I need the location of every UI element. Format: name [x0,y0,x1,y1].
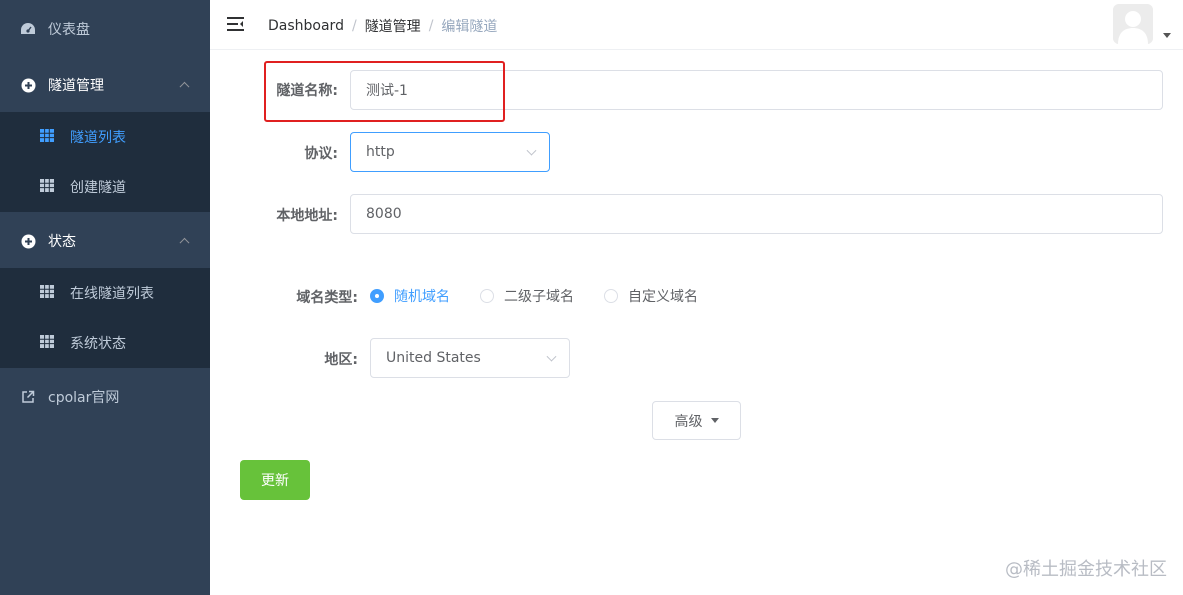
protocol-label: 协议: [304,146,338,162]
radio-custom-domain[interactable]: 自定义域名 [604,286,698,306]
update-button-label: 更新 [261,473,289,489]
sidebar-item-label: 创建隧道 [70,180,126,196]
sidebar-item-label: cpolar官网 [48,390,120,406]
grid-icon [40,334,54,352]
plus-circle-icon [20,233,36,249]
avatar[interactable] [1113,4,1153,44]
breadcrumb-home[interactable]: Dashboard [268,18,344,34]
breadcrumb-section[interactable]: 隧道管理 [365,16,421,36]
hamburger-icon[interactable] [227,16,244,32]
grid-icon [40,128,54,146]
chevron-down-icon [546,351,557,362]
sidebar-item-label: 仪表盘 [48,22,90,38]
radio-dot [480,289,494,303]
breadcrumb-separator: / [428,18,434,34]
grid-icon [40,178,54,196]
highlight-annotation [264,61,505,122]
radio-dot [604,289,618,303]
grid-icon [40,284,54,302]
submenu-label: 隧道管理 [48,78,104,94]
sidebar-item-label: 隧道列表 [70,130,126,146]
region-label: 地区: [324,352,358,368]
protocol-select[interactable]: http [350,132,550,172]
sidebar-item-label: 在线隧道列表 [70,286,154,302]
region-select[interactable]: United States [370,338,570,378]
radio-label: 随机域名 [394,289,450,305]
sidebar: 仪表盘 隧道管理 隧道列表 创建隧道 状态 在线隧道列表 系统状态 cpolar… [0,0,210,595]
radio-label: 二级子域名 [504,289,574,305]
sidebar-item-create-tunnel[interactable]: 创建隧道 [0,162,210,212]
submenu-tunnel-items: 隧道列表 创建隧道 [0,112,210,212]
domain-type-label: 域名类型: [296,290,358,306]
sidebar-item-online-tunnels[interactable]: 在线隧道列表 [0,268,210,318]
caret-down-icon [710,418,719,423]
update-button[interactable]: 更新 [240,460,310,500]
sidebar-item-dashboard[interactable]: 仪表盘 [0,1,210,57]
submenu-label: 状态 [48,234,76,250]
local-address-label: 本地地址: [276,208,338,224]
advanced-button-label: 高级 [674,413,703,430]
radio-subdomain[interactable]: 二级子域名 [480,286,574,306]
top-navbar: Dashboard / 隧道管理 / 编辑隧道 [210,0,1183,50]
region-value: United States [386,350,481,366]
dashboard-icon [20,21,36,37]
protocol-value: http [366,144,395,160]
radio-label: 自定义域名 [628,289,698,305]
radio-dot [370,289,384,303]
submenu-tunnel-management[interactable]: 隧道管理 [0,57,210,113]
sidebar-item-tunnel-list[interactable]: 隧道列表 [0,112,210,162]
breadcrumb-separator: / [351,18,357,34]
sidebar-item-cpolar-site[interactable]: cpolar官网 [0,369,210,425]
local-address-input[interactable]: 8080 [350,194,1163,234]
advanced-button[interactable]: 高级 [652,401,741,440]
chevron-up-icon [179,237,190,248]
breadcrumb-current: 编辑隧道 [441,19,498,35]
breadcrumb: Dashboard / 隧道管理 / 编辑隧道 [268,16,497,36]
local-address-value: 8080 [366,206,402,222]
chevron-down-icon [526,145,537,156]
external-link-icon [20,389,36,405]
plus-circle-icon [20,77,36,93]
radio-random-domain[interactable]: 随机域名 [370,286,450,306]
chevron-up-icon [179,81,190,92]
sidebar-item-label: 系统状态 [70,336,126,352]
submenu-status-items: 在线隧道列表 系统状态 [0,268,210,368]
submenu-status[interactable]: 状态 [0,213,210,269]
watermark: @稀土掘金技术社区 [1005,559,1167,580]
sidebar-item-system-status[interactable]: 系统状态 [0,318,210,368]
caret-down-icon[interactable] [1163,33,1171,38]
